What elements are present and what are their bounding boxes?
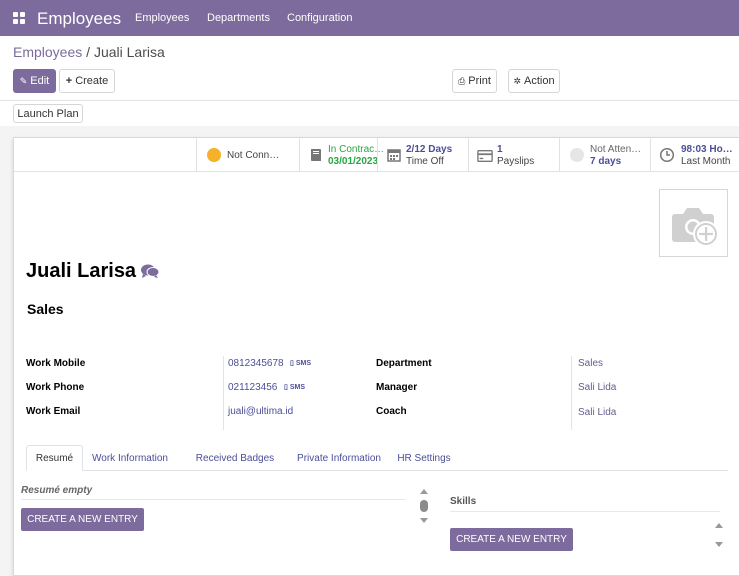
payslips-count: 1: [497, 144, 503, 155]
coach-field[interactable]: Sali Lida: [578, 407, 616, 418]
resume-create-button[interactable]: CREATE A NEW ENTRY: [21, 508, 144, 531]
menu-configuration[interactable]: Configuration: [287, 12, 352, 24]
work-phone-sms-button[interactable]: ▯ SMS: [284, 383, 305, 391]
attendance-status: Not Atten…: [590, 144, 642, 155]
work-mobile-field[interactable]: 0812345678: [228, 358, 284, 369]
sms-label: SMS: [295, 360, 311, 367]
employee-photo[interactable]: [659, 189, 728, 257]
tab-private-information[interactable]: Private Information: [290, 445, 388, 471]
tab-received-badges[interactable]: Received Badges: [192, 445, 278, 471]
work-hours-value: 98:03 Ho…: [681, 144, 733, 155]
scroll-down-arrow[interactable]: [420, 518, 428, 523]
breadcrumb-current: Juali Larisa: [93, 44, 165, 60]
launch-plan-button[interactable]: Launch Plan: [13, 104, 83, 123]
field-divider: [223, 356, 224, 430]
contract-date: 03/01/2023: [328, 156, 379, 167]
pencil-icon: ✎: [19, 75, 28, 86]
work-phone-field[interactable]: 021123456: [228, 382, 277, 393]
action-button[interactable]: ✲ Action: [508, 69, 560, 93]
phone-icon: ▯: [290, 360, 294, 367]
work-email-label: Work Email: [26, 406, 81, 417]
department-field[interactable]: Sales: [578, 358, 603, 369]
work-phone-label: Work Phone: [26, 382, 85, 393]
header-divider: [0, 100, 739, 101]
scrollbar-thumb[interactable]: [420, 500, 428, 512]
menu-employees[interactable]: Employees: [135, 12, 189, 24]
employee-name[interactable]: Juali Larisa: [26, 260, 136, 283]
skills-create-button[interactable]: CREATE A NEW ENTRY: [450, 528, 573, 551]
launch-plan-label: Launch Plan: [17, 107, 79, 120]
gear-icon: ✲: [513, 75, 521, 86]
work-mobile-label: Work Mobile: [26, 358, 86, 369]
resume-empty-label: Resumé empty: [21, 485, 93, 496]
stat-work-hours[interactable]: 98:03 Ho… Last Month: [650, 138, 739, 171]
stat-payslips[interactable]: 1 Payslips: [468, 138, 559, 171]
credit-card-icon: [477, 150, 493, 162]
stat-contract[interactable]: In Contrac… 03/01/2023: [299, 138, 384, 171]
work-hours-label: Last Month: [681, 156, 731, 167]
manager-field[interactable]: Sali Lida: [578, 382, 616, 393]
camera-plus-icon: [672, 208, 719, 247]
breadcrumb-separator: /: [82, 44, 94, 60]
breadcrumb-parent[interactable]: Employees: [13, 44, 82, 60]
scroll-up-arrow[interactable]: [715, 523, 723, 528]
create-button[interactable]: + Create: [59, 69, 115, 93]
employee-form-sheet: Not Conn… In Contrac… 03/01/2023 2/12 Da…: [13, 137, 739, 576]
scroll-down-arrow[interactable]: [715, 542, 723, 547]
notebook-tabs: Resumé Work Information Received Badges …: [26, 445, 728, 471]
edit-button[interactable]: ✎ Edit: [13, 69, 56, 93]
field-divider: [571, 356, 572, 430]
breadcrumb: Employees / Juali Larisa: [13, 44, 165, 60]
presence-status-icon: [207, 148, 221, 162]
stat-buttons-bar: Not Conn… In Contrac… 03/01/2023 2/12 Da…: [14, 138, 739, 172]
stat-presence[interactable]: Not Conn…: [196, 138, 299, 171]
tab-resume[interactable]: Resumé: [26, 445, 83, 471]
job-title[interactable]: Sales: [27, 301, 64, 317]
stat-time-off[interactable]: 2/12 Days Time Off: [377, 138, 468, 171]
work-mobile-sms-button[interactable]: ▯ SMS: [290, 359, 311, 367]
resume-divider: [21, 499, 406, 500]
attendance-status-icon: [570, 148, 584, 162]
clock-icon: [659, 147, 675, 163]
time-off-days: 2/12 Days: [406, 144, 453, 155]
menu-departments[interactable]: Departments: [207, 12, 270, 24]
print-label: Print: [468, 75, 491, 87]
phone-icon: ▯: [284, 384, 288, 391]
create-label: Create: [75, 75, 109, 87]
action-label: Action: [523, 75, 555, 87]
app-title[interactable]: Employees: [37, 9, 121, 29]
apps-menu-icon[interactable]: [13, 12, 25, 24]
skills-divider: [450, 511, 720, 512]
tab-hr-settings[interactable]: HR Settings: [393, 445, 455, 471]
printer-icon: ⎙: [458, 75, 466, 86]
top-navbar: Employees Employees Departments Configur…: [0, 0, 739, 36]
time-off-label: Time Off: [406, 156, 444, 167]
print-button[interactable]: ⎙ Print: [452, 69, 497, 93]
edit-label: Edit: [30, 75, 50, 87]
book-icon: [311, 149, 321, 161]
calendar-icon: [387, 149, 401, 162]
presence-label: Not Conn…: [227, 150, 280, 161]
coach-label: Coach: [376, 406, 407, 417]
stat-attendance[interactable]: Not Atten… 7 days: [559, 138, 650, 171]
skills-title: Skills: [450, 496, 477, 507]
plus-icon: +: [65, 75, 73, 87]
department-label: Department: [376, 358, 432, 369]
sms-label: SMS: [289, 384, 305, 391]
tab-work-information[interactable]: Work Information: [88, 445, 172, 471]
work-email-field[interactable]: juali@ultima.id: [228, 406, 293, 417]
contract-status: In Contrac…: [328, 144, 385, 155]
payslips-label: Payslips: [497, 156, 535, 167]
manager-label: Manager: [376, 382, 418, 393]
chat-icon[interactable]: [140, 263, 160, 279]
scroll-up-arrow[interactable]: [420, 489, 428, 494]
attendance-days: 7 days: [590, 156, 622, 167]
